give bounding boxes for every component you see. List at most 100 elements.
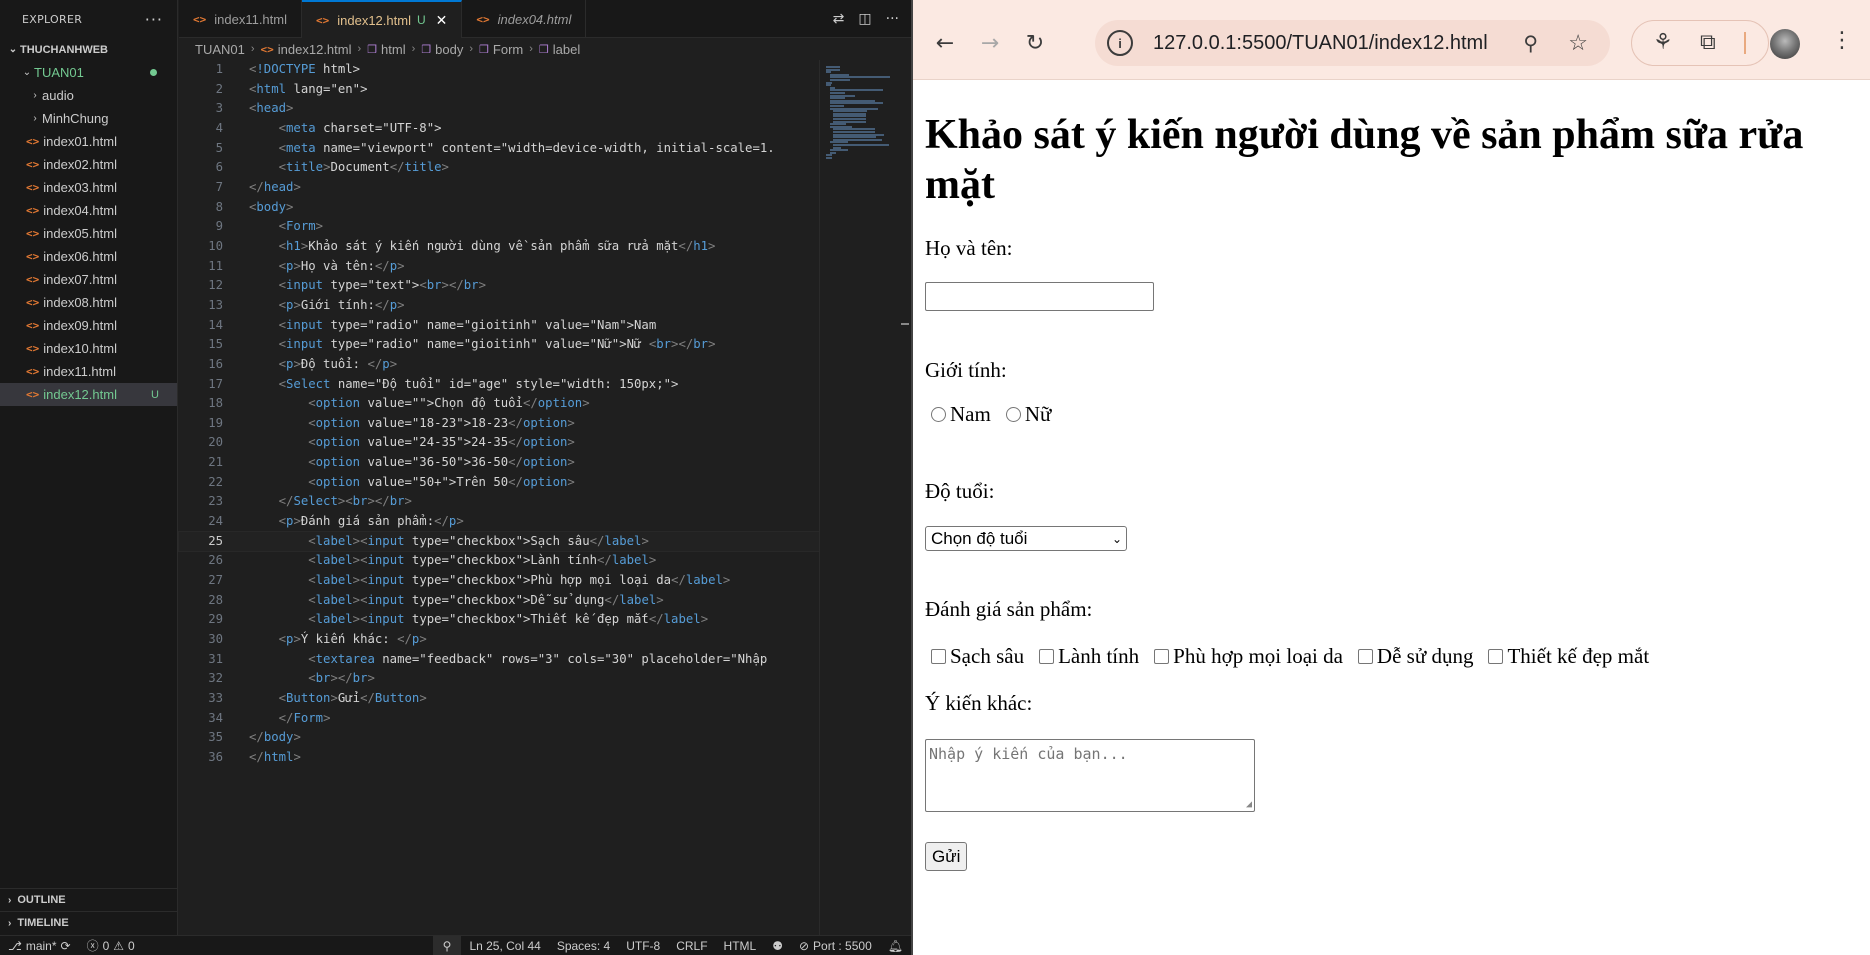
code-line[interactable]: 10 <h1>Khảo sát ý kiến người dùng về sản… [179,237,819,257]
code-line[interactable]: 18 <option value="">Chọn độ tuổi</option… [179,394,819,414]
code-line[interactable]: 19 <option value="18-23">18-23</option> [179,414,819,434]
code-line[interactable]: 33 <Button>Gửi</Button> [179,689,819,709]
feedback-textarea[interactable]: Nhập ý kiến của bạn... ◢ [925,739,1255,812]
radio-nam[interactable] [931,407,946,422]
name-input[interactable] [925,282,1154,311]
code-line[interactable]: 1 <!DOCTYPE html> [179,60,819,80]
file-item[interactable]: <> index10.html [0,337,177,360]
split-editor-icon[interactable]: ◫ [858,11,871,27]
extensions-puzzle-icon[interactable]: ⧉ [1700,30,1716,55]
rating-option[interactable]: Dễ sử dụng [1352,644,1473,669]
folder-audio[interactable]: › audio [0,84,177,107]
code-line[interactable]: 35 </body> [179,728,819,748]
radio-nu[interactable] [1005,407,1021,422]
zoom-icon[interactable]: ⚲ [1523,31,1538,56]
code-line[interactable]: 11 <p>Họ và tên:</p> [179,257,819,277]
breadcrumb-item[interactable]: TUAN01 [195,42,245,57]
performance-icon[interactable]: ⚘ [1653,30,1673,55]
code-line[interactable]: 7 </head> [179,178,819,198]
code-line[interactable]: 22 <option value="50+">Trên 50</option> [179,473,819,493]
tab-index11[interactable]: <> index11.html [179,0,302,38]
browser-menu-icon[interactable]: ⋮ [1831,28,1853,53]
file-item[interactable]: <> index03.html [0,176,177,199]
code-line[interactable]: 36 </html> [179,748,819,768]
code-line[interactable]: 4 <meta charset="UTF-8"> [179,119,819,139]
code-editor[interactable]: 1 <!DOCTYPE html> 2 <html lang="en"> 3 <head>… [178,60,820,935]
code-line[interactable]: 27 <label><input type="checkbox">Phù hợp… [179,571,819,591]
rating-checkbox[interactable] [1357,649,1373,664]
gender-option-nu[interactable]: Nữ [1000,402,1051,427]
close-icon[interactable]: ✕ [436,12,448,29]
profile-avatar[interactable] [1770,29,1800,59]
rating-checkbox[interactable] [1488,649,1504,664]
outline-section[interactable]: › OUTLINE [0,888,178,911]
resize-handle-icon[interactable]: ◢ [1246,799,1252,810]
rating-option[interactable]: Lành tính [1033,644,1139,669]
zoom-indicator[interactable]: ⚲ [432,935,462,955]
file-item[interactable]: <> index08.html [0,291,177,314]
reload-icon[interactable]: ↻ [1018,26,1052,60]
code-line[interactable]: 17 <Select name="Độ tuổi" id="age" style… [179,375,819,395]
code-line[interactable]: 14 <input type="radio" name="gioitinh" v… [179,316,819,336]
indentation[interactable]: Spaces: 4 [549,939,618,953]
forward-icon[interactable]: → [973,26,1007,60]
file-item[interactable]: <> index04.html [0,199,177,222]
code-line[interactable]: 12 <input type="text"><br></br> [179,276,819,296]
code-line[interactable]: 29 <label><input type="checkbox">Thiết k… [179,610,819,630]
code-line[interactable]: 2 <html lang="en"> [179,80,819,100]
minimap[interactable] [819,60,901,935]
language-mode[interactable]: HTML [716,939,765,953]
code-line[interactable]: 34 </Form> [179,709,819,729]
editor-scrollbar[interactable] [901,60,911,935]
code-line[interactable]: 16 <p>Độ tuổi: </p> [179,355,819,375]
code-line[interactable]: 31 <textarea name="feedback" rows="3" co… [179,650,819,670]
code-line[interactable]: 28 <label><input type="checkbox">Dễ sử d… [179,591,819,611]
breadcrumb-item[interactable]: body [435,42,463,57]
site-info-icon[interactable]: i [1107,30,1133,56]
code-line[interactable]: 21 <option value="36-50">36-50</option> [179,453,819,473]
breadcrumb-item[interactable]: html [381,42,406,57]
problems-indicator[interactable]: ⓧ 0 ⚠ 0 [79,937,143,954]
submit-button[interactable]: Gửi [925,842,968,871]
breadcrumb-item[interactable]: label [553,42,580,57]
tab-index12[interactable]: <> index12.html U ✕ [302,0,463,38]
encoding[interactable]: UTF-8 [618,939,668,953]
code-line[interactable]: 6 <title>Document</title> [179,158,819,178]
more-actions-icon[interactable]: ··· [145,10,163,29]
rating-checkbox[interactable] [1039,649,1055,664]
back-icon[interactable]: ← [928,26,962,60]
file-item[interactable]: <> index01.html [0,130,177,153]
address-bar[interactable]: i 127.0.0.1:5500/TUAN01/index12.html ⚲ ☆ [1095,20,1610,66]
file-item[interactable]: <> index06.html [0,245,177,268]
breadcrumb-item[interactable]: Form [493,42,523,57]
code-line[interactable]: 25 <label><input type="checkbox">Sạch sâ… [178,530,820,553]
code-line[interactable]: 23 </Select><br></br> [179,492,819,512]
file-item[interactable]: <> index05.html [0,222,177,245]
bookmark-star-icon[interactable]: ☆ [1568,30,1588,56]
gender-option-nam[interactable]: Nam [925,402,991,427]
code-line[interactable]: 24 <p>Đánh giá sản phẩm:</p> [179,512,819,532]
compare-icon[interactable]: ⇄ [833,11,845,27]
live-server-port[interactable]: ⊘ Port : 5500 [791,939,880,953]
tab-index04[interactable]: <> index04.html [462,0,587,38]
folder-tuan01[interactable]: ⌄ TUAN01 [0,61,177,84]
branch-indicator[interactable]: ⎇ main* ⟳ [0,939,79,953]
file-item[interactable]: <> index02.html [0,153,177,176]
age-select[interactable]: Chọn độ tuổi ⌄ [925,526,1127,551]
code-line[interactable]: 9 <Form> [179,217,819,237]
cursor-position[interactable]: Ln 25, Col 44 [461,939,548,953]
code-line[interactable]: 13 <p>Giới tính:</p> [179,296,819,316]
code-line[interactable]: 32 <br></br> [179,669,819,689]
rating-option[interactable]: Phù hợp mọi loại da [1148,644,1343,669]
code-line[interactable]: 15 <input type="radio" name="gioitinh" v… [179,335,819,355]
breadcrumb-item[interactable]: index12.html [278,42,352,57]
copilot-icon[interactable]: ⚉ [764,939,791,953]
file-item[interactable]: <> index09.html [0,314,177,337]
rating-option[interactable]: Thiết kế đẹp mắt [1482,644,1649,669]
file-item[interactable]: <> index12.html U [0,383,177,406]
line-ending[interactable]: CRLF [668,939,715,953]
file-item[interactable]: <> index11.html [0,360,177,383]
code-line[interactable]: 30 <p>Ý kiến khác: </p> [179,630,819,650]
code-line[interactable]: 8 <body> [179,198,819,218]
rating-checkbox[interactable] [931,649,946,664]
